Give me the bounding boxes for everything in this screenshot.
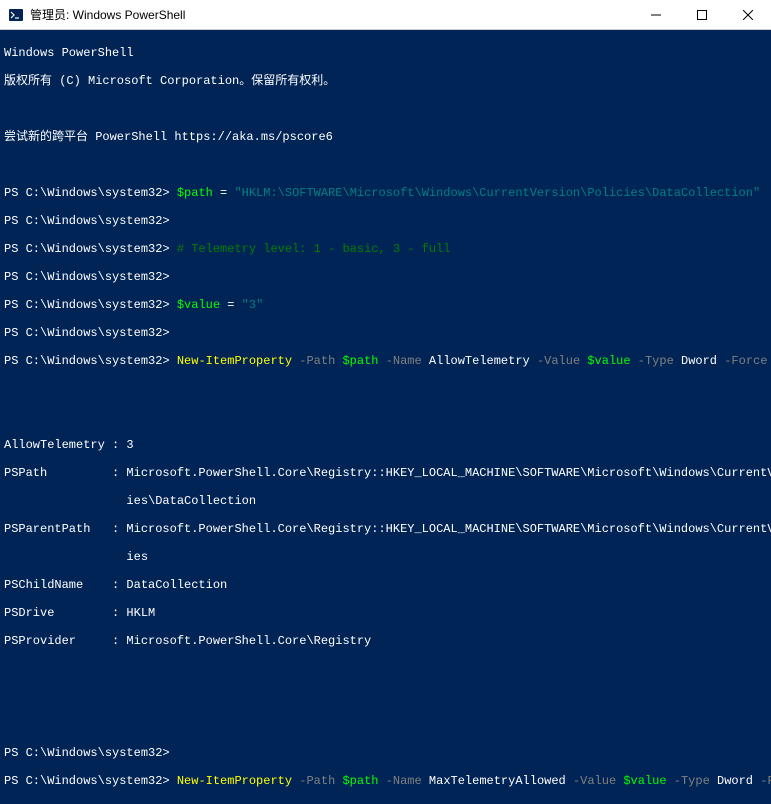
close-button[interactable]: [725, 0, 771, 30]
prompt-line: PS C:\Windows\system32>: [4, 326, 767, 340]
output-line: PSProvider : Microsoft.PowerShell.Core\R…: [4, 634, 767, 648]
powershell-icon: [8, 7, 24, 23]
minimize-button[interactable]: [633, 0, 679, 30]
prompt-line: PS C:\Windows\system32>: [4, 214, 767, 228]
output-line: ies\DataCollection: [4, 494, 767, 508]
command-line-1: PS C:\Windows\system32> $path = "HKLM:\S…: [4, 186, 767, 200]
output-line: PSPath : Microsoft.PowerShell.Core\Regis…: [4, 466, 767, 480]
window-controls: [633, 0, 771, 30]
output-line: ies: [4, 550, 767, 564]
terminal-content[interactable]: Windows PowerShell 版权所有 (C) Microsoft Co…: [0, 30, 771, 804]
output-line: AllowTelemetry : 3: [4, 438, 767, 452]
command-line-3: PS C:\Windows\system32> $value = "3": [4, 298, 767, 312]
window-title: 管理员: Windows PowerShell: [30, 6, 633, 23]
copyright-line: 版权所有 (C) Microsoft Corporation。保留所有权利。: [4, 74, 767, 88]
pscore-line: 尝试新的跨平台 PowerShell https://aka.ms/pscore…: [4, 130, 767, 144]
command-line-4: PS C:\Windows\system32> New-ItemProperty…: [4, 354, 767, 368]
prompt-line: PS C:\Windows\system32>: [4, 746, 767, 760]
prompt-line: PS C:\Windows\system32>: [4, 270, 767, 284]
output-line: PSChildName : DataCollection: [4, 578, 767, 592]
command-line-5: PS C:\Windows\system32> New-ItemProperty…: [4, 774, 767, 788]
output-line: PSDrive : HKLM: [4, 606, 767, 620]
window-titlebar: 管理员: Windows PowerShell: [0, 0, 771, 30]
command-line-2: PS C:\Windows\system32> # Telemetry leve…: [4, 242, 767, 256]
output-line: PSParentPath : Microsoft.PowerShell.Core…: [4, 522, 767, 536]
header-line: Windows PowerShell: [4, 46, 767, 60]
maximize-button[interactable]: [679, 0, 725, 30]
